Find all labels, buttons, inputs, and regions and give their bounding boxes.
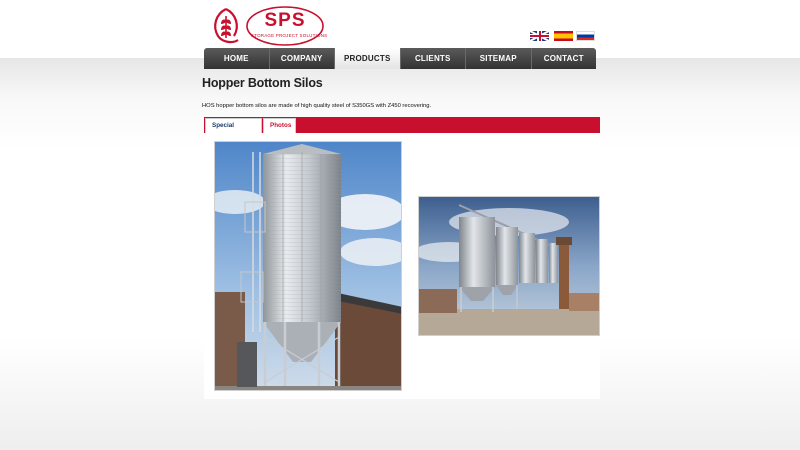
nav-item-home[interactable]: HOME [204,48,270,69]
russia-flag-icon[interactable] [576,31,595,41]
single-silo-image [215,142,401,390]
page-title: Hopper Bottom Silos [202,76,323,90]
silo-photo-single[interactable] [214,141,402,391]
sps-logo[interactable]: SPS STORAGE PROJECT SOLUTIONS [208,4,328,48]
tab-special-features[interactable]: Special features [205,118,262,143]
nav-item-clients[interactable]: CLIENTS [400,48,466,69]
uk-flag-icon[interactable] [530,31,549,41]
spain-flag-icon[interactable] [554,31,573,41]
logo-text: SPS [264,10,306,31]
nav-item-contact[interactable]: CONTACT [531,48,596,69]
product-description: HOS hopper bottom silos are made of high… [202,103,432,109]
nav-item-sitemap[interactable]: SITEMAP [466,48,532,69]
logo-subtitle: STORAGE PROJECT SOLUTIONS [251,33,328,38]
page-container: SPS STORAGE PROJECT SOLUTIONS HOME COMPA… [202,0,600,450]
nav-item-company[interactable]: COMPANY [269,48,335,69]
main-nav: HOME COMPANY PRODUCTS CLIENTS SITEMAP CO… [204,48,596,69]
tab-photos[interactable]: Photos [263,118,296,133]
silo-row-image [419,197,599,335]
silo-photo-row[interactable] [418,196,600,336]
nav-item-products[interactable]: PRODUCTS [335,48,401,69]
